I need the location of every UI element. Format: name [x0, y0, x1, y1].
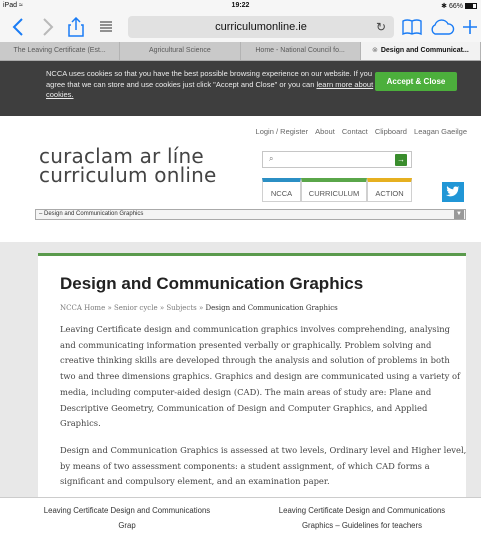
new-tab-icon[interactable]: [460, 16, 480, 38]
battery-icon: [465, 3, 477, 10]
breadcrumb: NCCA Home » Senior cycle » Subjects » De…: [60, 304, 338, 312]
close-tab-icon[interactable]: ⊗: [372, 47, 378, 54]
related-link-2[interactable]: Leaving Certificate Design and Communica…: [248, 503, 476, 533]
intro-paragraph: Leaving Certificate design and communica…: [60, 324, 461, 429]
twitter-icon[interactable]: [442, 182, 464, 202]
reload-icon[interactable]: ↻: [376, 16, 386, 38]
icloud-tabs-icon[interactable]: [428, 16, 456, 38]
breadcrumb-links[interactable]: NCCA Home » Senior cycle » Subjects »: [60, 304, 203, 312]
tab-leaving-certificate[interactable]: The Leaving Certificate (Est...: [0, 42, 121, 60]
assessment-paragraph: Design and Communication Graphics is ass…: [60, 445, 467, 487]
url-text: curriculumonline.ie: [215, 21, 307, 33]
bookmarks-icon[interactable]: [401, 16, 423, 38]
tab-label: Design and Communicat...: [380, 47, 469, 54]
search-go-button[interactable]: →: [395, 154, 407, 166]
irish-version-link[interactable]: Leagan Gaeilge: [414, 127, 467, 136]
tab-ncca-home[interactable]: Home - National Council fo...: [241, 42, 361, 60]
status-bar: iPad ≈ 19:22 ✱ 66%: [0, 0, 481, 12]
accept-close-button[interactable]: Accept & Close: [375, 72, 457, 91]
page-title: Design and Communication Graphics: [60, 274, 364, 293]
tab-agricultural-science[interactable]: Agricultural Science: [120, 42, 241, 60]
search-icon: ⌕: [269, 154, 274, 163]
browser-toolbar: curriculumonline.ie ↻: [0, 12, 481, 42]
reader-icon[interactable]: [96, 16, 116, 38]
top-nav: Login / Register About Contact Clipboard…: [251, 127, 467, 136]
header-bottom-strip: [0, 228, 481, 242]
curriculum-button[interactable]: CURRICULUM: [301, 178, 367, 202]
logo-line-2: curriculum online: [39, 163, 217, 187]
action-button[interactable]: ACTION: [367, 178, 412, 202]
contact-link[interactable]: Contact: [342, 127, 368, 136]
related-link-2-line-2: Graphics – Guidelines for teachers: [301, 521, 423, 530]
search-input[interactable]: ⌕ →: [262, 151, 412, 168]
related-link-2-line-1: Leaving Certificate Design and Communica…: [278, 506, 446, 515]
back-icon[interactable]: [8, 16, 28, 38]
login-register-link[interactable]: Login / Register: [256, 127, 309, 136]
breadcrumb-current: Design and Communication Graphics: [205, 304, 338, 312]
divider: [0, 497, 481, 498]
share-icon[interactable]: [66, 16, 86, 38]
site-logo[interactable]: curaclam ar líne curriculum online: [39, 146, 217, 187]
status-time: 19:22: [231, 2, 250, 9]
address-bar[interactable]: curriculumonline.ie ↻: [128, 16, 394, 38]
tab-bar: The Leaving Certificate (Est... Agricult…: [0, 42, 481, 61]
tab-design-communication[interactable]: ⊗ Design and Communicat...: [360, 42, 481, 60]
battery-status: ✱ 66%: [441, 2, 477, 10]
related-link-1-line-1: Leaving Certificate Design and Communica…: [43, 506, 211, 515]
subject-select[interactable]: – Design and Communication Graphics ▼: [35, 209, 466, 220]
select-value: – Design and Communication Graphics: [39, 211, 144, 217]
related-link-1[interactable]: Leaving Certificate Design and Communica…: [6, 503, 248, 533]
ncca-button[interactable]: NCCA: [262, 178, 301, 202]
about-link[interactable]: About: [315, 127, 335, 136]
clipboard-link[interactable]: Clipboard: [375, 127, 407, 136]
chevron-down-icon: ▼: [454, 210, 464, 219]
related-link-1-line-2: Grap: [118, 521, 136, 530]
forward-icon[interactable]: [38, 16, 58, 38]
cookie-message: NCCA uses cookies so that you have the b…: [46, 69, 374, 99]
